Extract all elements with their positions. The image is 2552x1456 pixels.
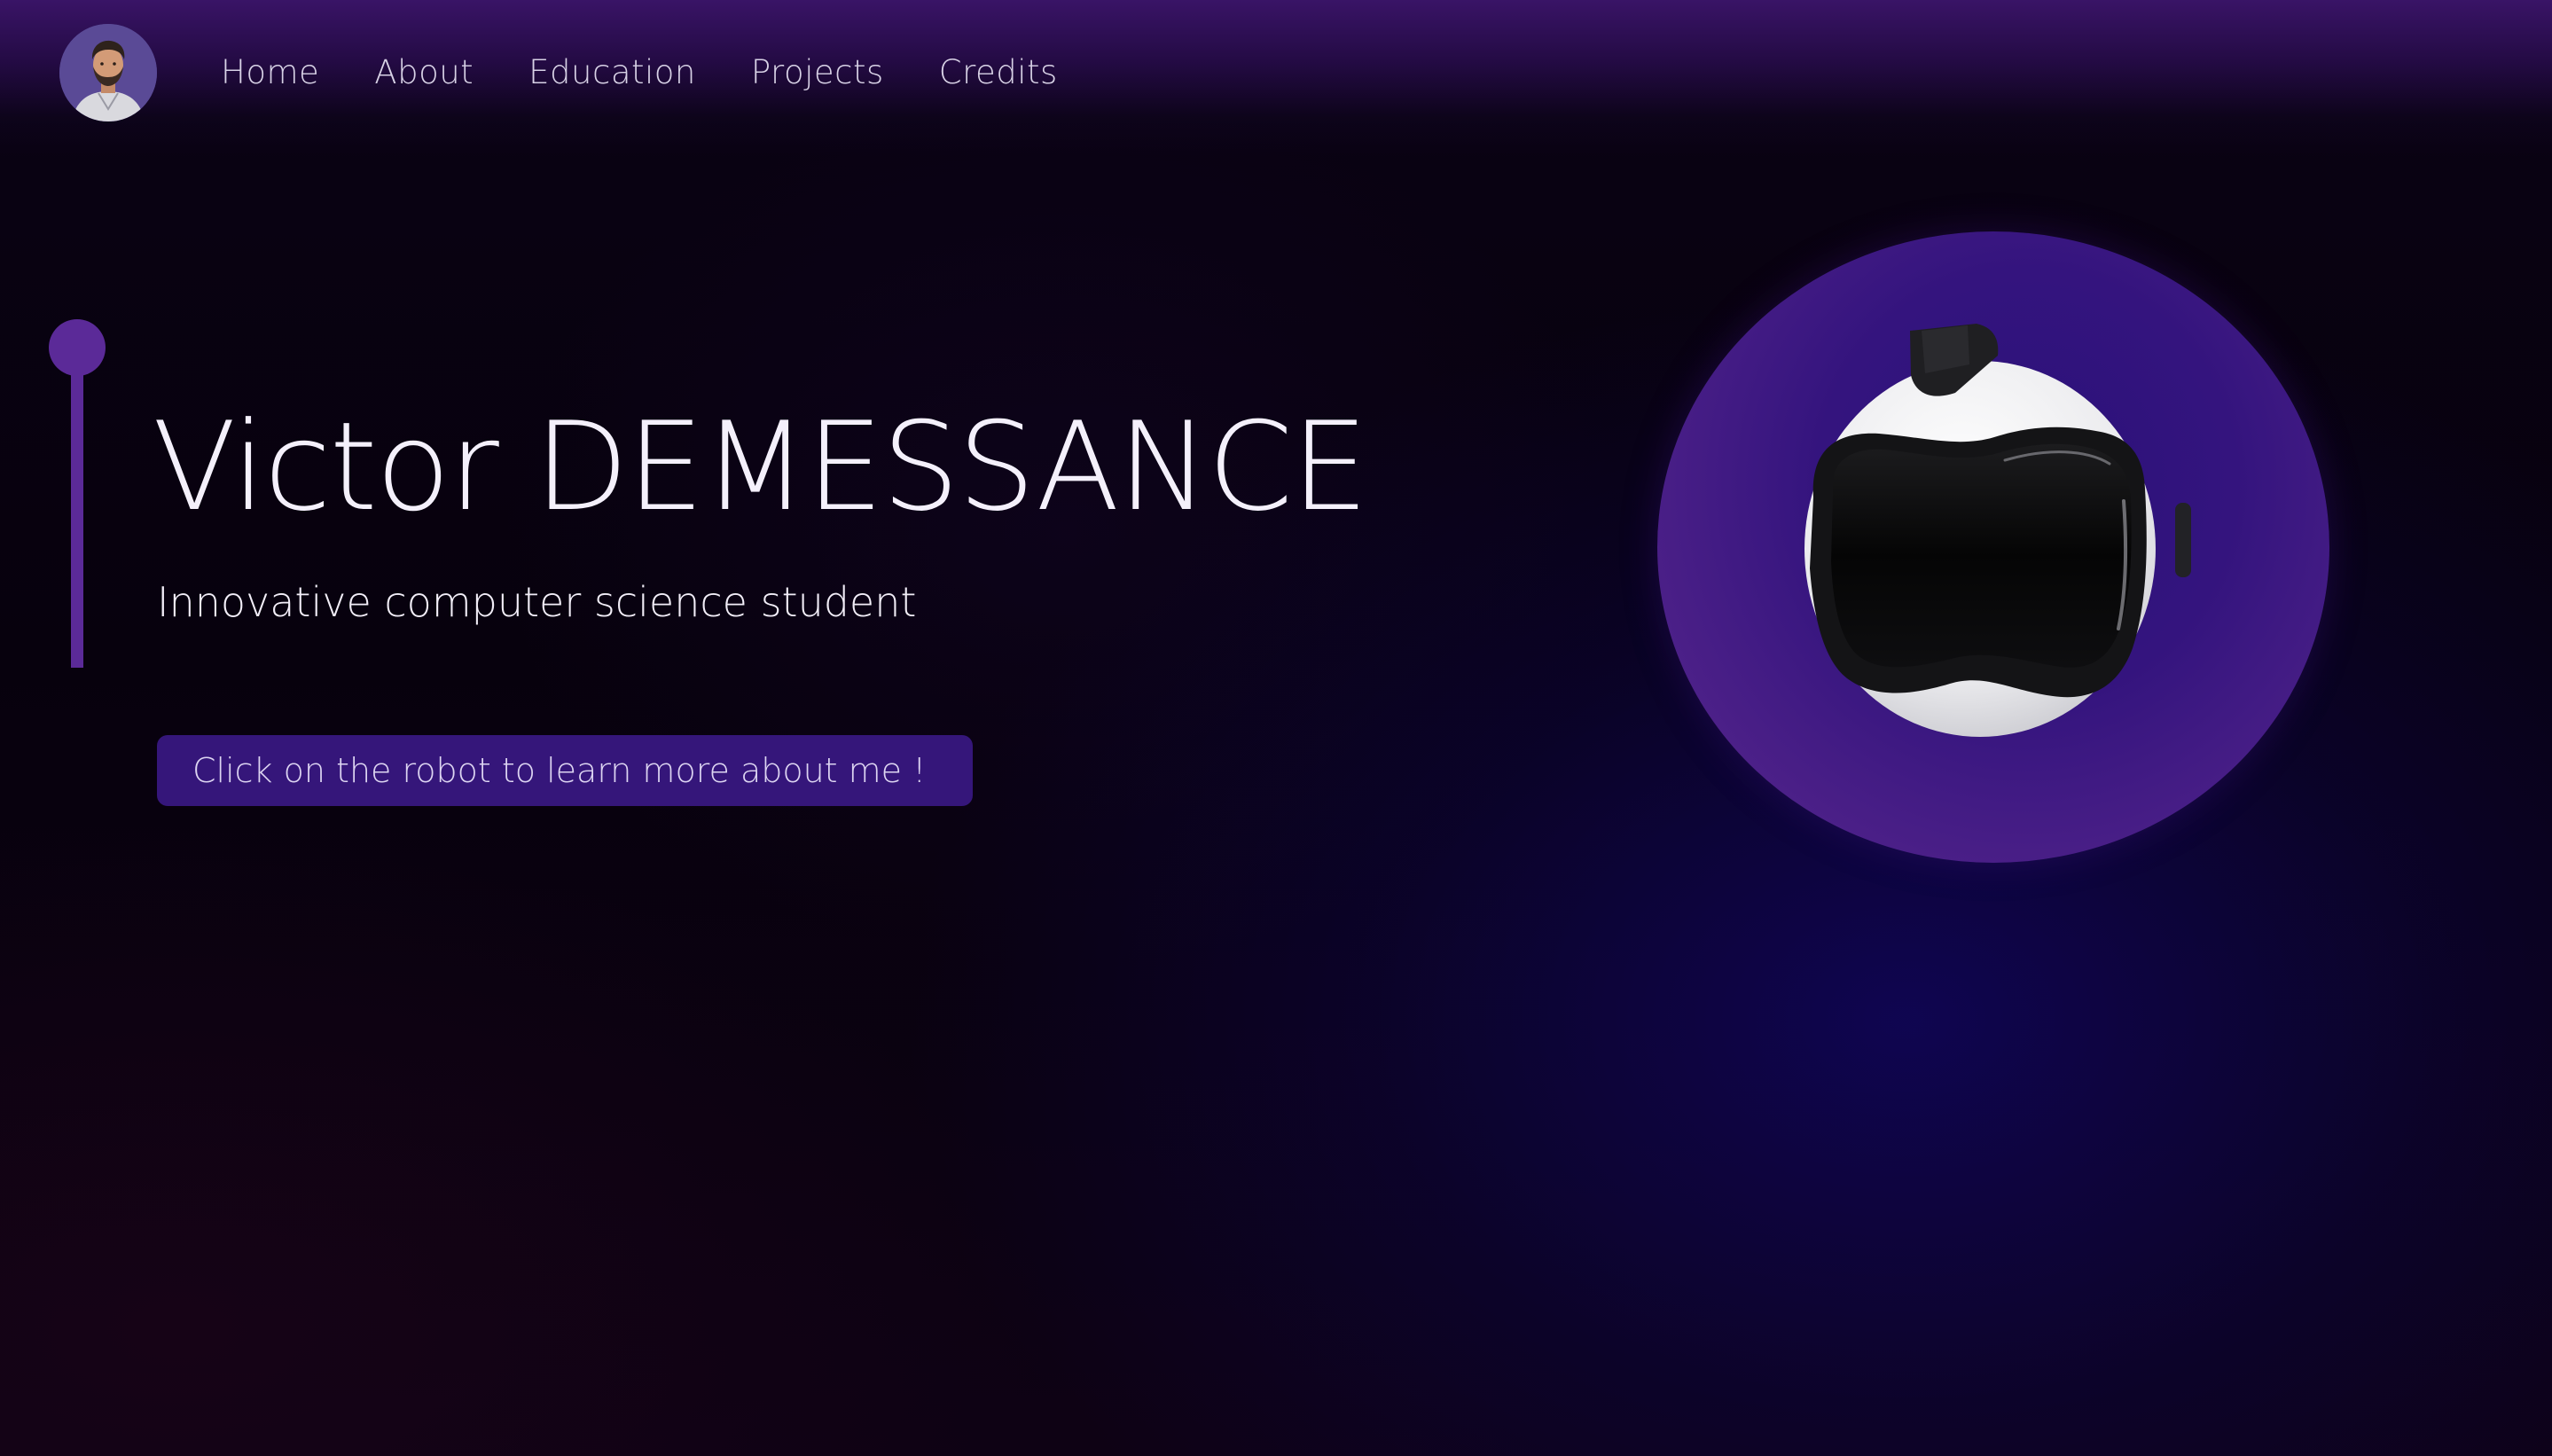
robot-orb[interactable] xyxy=(1657,231,2329,863)
nav-link-education[interactable]: Education xyxy=(528,46,696,99)
nav-link-projects[interactable]: Projects xyxy=(751,46,884,99)
nav-link-about[interactable]: About xyxy=(374,46,474,99)
robot-head-icon xyxy=(1804,324,2191,737)
profile-avatar[interactable] xyxy=(59,24,157,121)
top-nav: Home About Education Projects Credits xyxy=(0,0,2552,156)
nav-link-credits[interactable]: Credits xyxy=(939,46,1058,99)
hero-subtitle: Innovative computer science student xyxy=(157,578,917,626)
nav-link-home[interactable]: Home xyxy=(221,46,319,99)
timeline-bar xyxy=(71,355,83,668)
learn-more-button[interactable]: Click on the robot to learn more about m… xyxy=(157,735,973,806)
hero-title: Victor DEMESSANCE xyxy=(153,395,1368,538)
main-nav: Home About Education Projects Credits xyxy=(221,46,1113,99)
avatar-icon xyxy=(59,24,157,121)
